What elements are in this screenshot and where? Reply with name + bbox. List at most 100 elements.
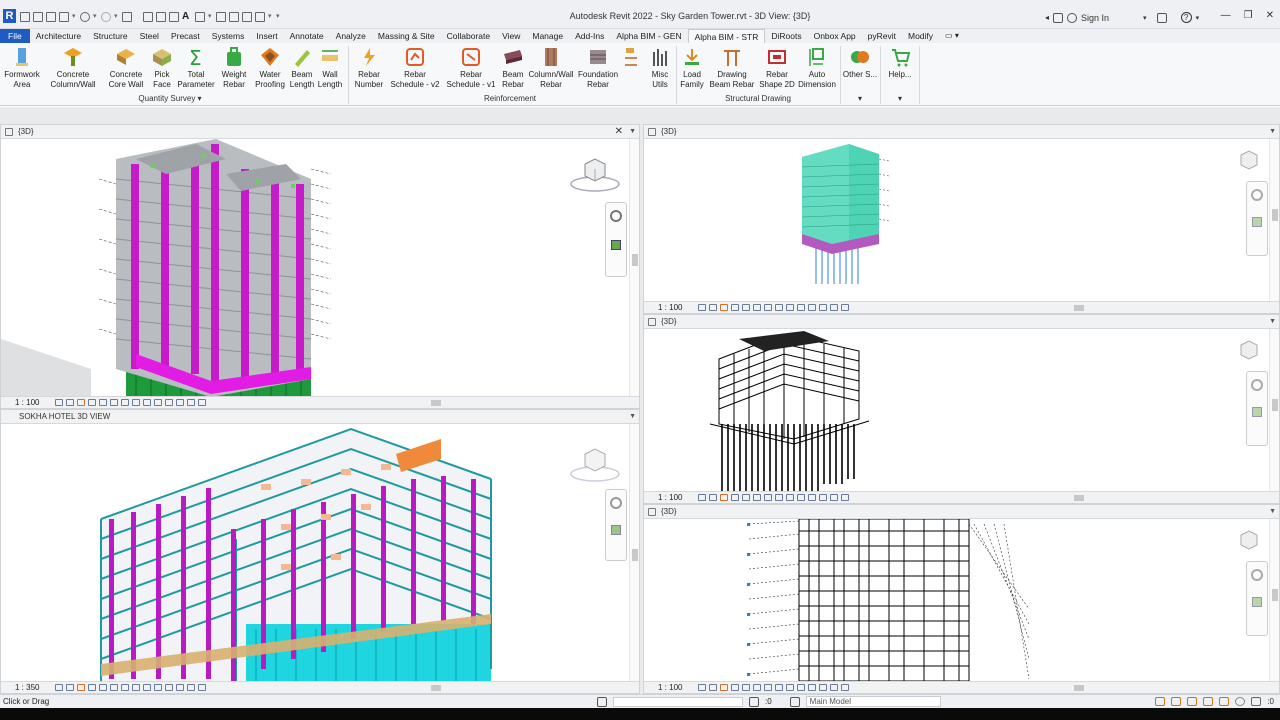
left-arrow-icon[interactable]: ◂: [1045, 13, 1049, 22]
rebar-schedule-v2-button[interactable]: Rebar Schedule - v2: [388, 46, 442, 90]
select-pinned-icon[interactable]: [1187, 697, 1198, 706]
select-underlay-icon[interactable]: [1171, 697, 1182, 706]
concrete-core-wall-button[interactable]: Concrete Core Wall: [104, 46, 148, 90]
horizontal-scrollbar[interactable]: [894, 685, 1267, 691]
help-dropdown-icon[interactable]: ▾: [1196, 14, 1200, 22]
view-menu-icon[interactable]: ▼: [1269, 315, 1276, 329]
view-controls[interactable]: [698, 304, 849, 311]
viewcube-icon[interactable]: [1236, 529, 1262, 551]
formwork-area-button[interactable]: Formwork Area: [2, 46, 42, 90]
tab-view[interactable]: View: [496, 29, 526, 43]
view-tab[interactable]: {3D} ▼: [644, 315, 1279, 329]
view-controls[interactable]: [55, 684, 206, 691]
undo-dropdown-icon[interactable]: ▾: [93, 12, 98, 22]
view-tab[interactable]: {3D} ▼: [644, 125, 1279, 139]
steering-wheel-icon[interactable]: [610, 497, 622, 509]
sign-in-dropdown-icon[interactable]: ▾: [1143, 14, 1147, 22]
concrete-column-wall-button[interactable]: Concrete Column/Wall: [46, 46, 100, 90]
switch-dropdown-icon[interactable]: ▾: [268, 12, 273, 22]
viewcube-icon[interactable]: [569, 444, 625, 484]
steering-wheel-icon[interactable]: [1251, 569, 1263, 581]
other-dropdown-icon[interactable]: ▾: [842, 94, 878, 103]
steering-wheel-icon[interactable]: [610, 210, 622, 222]
close-window-icon[interactable]: ✕: [1266, 10, 1274, 21]
model-canvas[interactable]: [644, 139, 1269, 301]
steering-wheel-icon[interactable]: [1251, 189, 1263, 201]
total-parameter-button[interactable]: Σ Total Parameter: [176, 46, 216, 90]
select-links-icon[interactable]: [1155, 697, 1166, 706]
text-icon[interactable]: A: [182, 12, 192, 22]
redo-icon[interactable]: [101, 12, 111, 22]
measure-icon[interactable]: [143, 12, 153, 22]
model-canvas[interactable]: [644, 518, 1269, 684]
tab-file[interactable]: File: [0, 29, 30, 43]
cart-icon[interactable]: [1156, 12, 1167, 23]
zoom-icon[interactable]: [611, 525, 621, 535]
horizontal-scrollbar[interactable]: [894, 305, 1267, 311]
tag-icon[interactable]: [169, 12, 179, 22]
beam-length-button[interactable]: Beam Length: [288, 46, 316, 90]
user-icon[interactable]: [1067, 12, 1078, 23]
horizontal-scrollbar[interactable]: [251, 685, 627, 691]
vertical-scrollbar[interactable]: [1269, 329, 1279, 491]
help-button[interactable]: Help...: [882, 46, 918, 80]
view-tab[interactable]: {3D} ✕ ▼: [1, 125, 639, 139]
view-tab[interactable]: {3D} ▼: [644, 505, 1279, 519]
vertical-scrollbar[interactable]: [1269, 139, 1279, 301]
view-tab[interactable]: SOKHA HOTEL 3D VIEW ▼: [1, 410, 639, 424]
sync-dropdown-icon[interactable]: ▾: [72, 12, 77, 22]
tab-alpha-bim-str[interactable]: Alpha BIM - STR: [687, 29, 766, 43]
save-icon[interactable]: [46, 12, 56, 22]
view-menu-icon[interactable]: ▼: [1269, 125, 1276, 139]
workset-selector[interactable]: [613, 696, 743, 707]
view-scale[interactable]: 1 : 100: [658, 682, 682, 693]
tab-insert[interactable]: Insert: [250, 29, 283, 43]
people-icon[interactable]: [1053, 12, 1064, 23]
view-scale[interactable]: 1 : 100: [658, 302, 682, 313]
3d-dropdown-icon[interactable]: ▾: [208, 12, 213, 22]
thin-lines-icon[interactable]: [229, 12, 239, 22]
help-dropdown-icon[interactable]: ▾: [882, 94, 918, 103]
horizontal-scrollbar[interactable]: [251, 400, 627, 406]
sign-in-link[interactable]: Sign In: [1081, 13, 1109, 23]
weight-rebar-button[interactable]: Weight Rebar: [218, 46, 250, 90]
section-icon[interactable]: [216, 12, 226, 22]
vertical-scrollbar[interactable]: [629, 424, 639, 681]
zoom-icon[interactable]: [611, 240, 621, 250]
viewcube-icon[interactable]: [1236, 339, 1262, 361]
vertical-scrollbar[interactable]: [629, 139, 639, 396]
pick-face-button[interactable]: Pick Face: [148, 46, 176, 90]
zoom-icon[interactable]: [1252, 217, 1262, 227]
tab-precast[interactable]: Precast: [165, 29, 206, 43]
view-controls[interactable]: [698, 494, 849, 501]
open-icon[interactable]: [33, 12, 43, 22]
restore-icon[interactable]: ❐: [1244, 10, 1253, 21]
editable-icon[interactable]: [749, 696, 759, 707]
view-controls[interactable]: [698, 684, 849, 691]
tab-diroots[interactable]: DiRoots: [765, 29, 807, 43]
rebar-schedule-v1-button[interactable]: Rebar Schedule - v1: [444, 46, 498, 90]
steering-wheel-icon[interactable]: [1251, 379, 1263, 391]
close-hidden-icon[interactable]: [242, 12, 252, 22]
revit-logo-icon[interactable]: R: [3, 9, 16, 23]
tab-add-ins[interactable]: Add-Ins: [569, 29, 610, 43]
switch-windows-icon[interactable]: [255, 12, 265, 22]
rebar-shape-2d-button[interactable]: Rebar Shape 2D: [758, 46, 796, 90]
view-3d-right-top[interactable]: {3D} ▼ 1: 100: [643, 124, 1280, 314]
model-canvas[interactable]: [1, 424, 629, 683]
view-menu-icon[interactable]: ▼: [629, 410, 636, 424]
print-icon[interactable]: [122, 12, 132, 22]
view-3d-right-bottom[interactable]: {3D} ▼ 1: 100: [643, 504, 1280, 694]
select-by-face-icon[interactable]: [1203, 697, 1214, 706]
sync-icon[interactable]: [59, 12, 69, 22]
model-canvas[interactable]: [644, 329, 1269, 491]
tab-systems[interactable]: Systems: [206, 29, 251, 43]
new-icon[interactable]: [20, 12, 30, 22]
horizontal-scrollbar[interactable]: [894, 495, 1267, 501]
auto-dimension-button[interactable]: Auto Dimension: [796, 46, 838, 90]
design-options-field[interactable]: Main Model: [805, 696, 941, 707]
tab-massing-site[interactable]: Massing & Site: [372, 29, 441, 43]
design-option-icon[interactable]: [789, 696, 800, 707]
drag-elements-icon[interactable]: [1219, 697, 1230, 706]
view-menu-icon[interactable]: ▼: [629, 125, 636, 139]
